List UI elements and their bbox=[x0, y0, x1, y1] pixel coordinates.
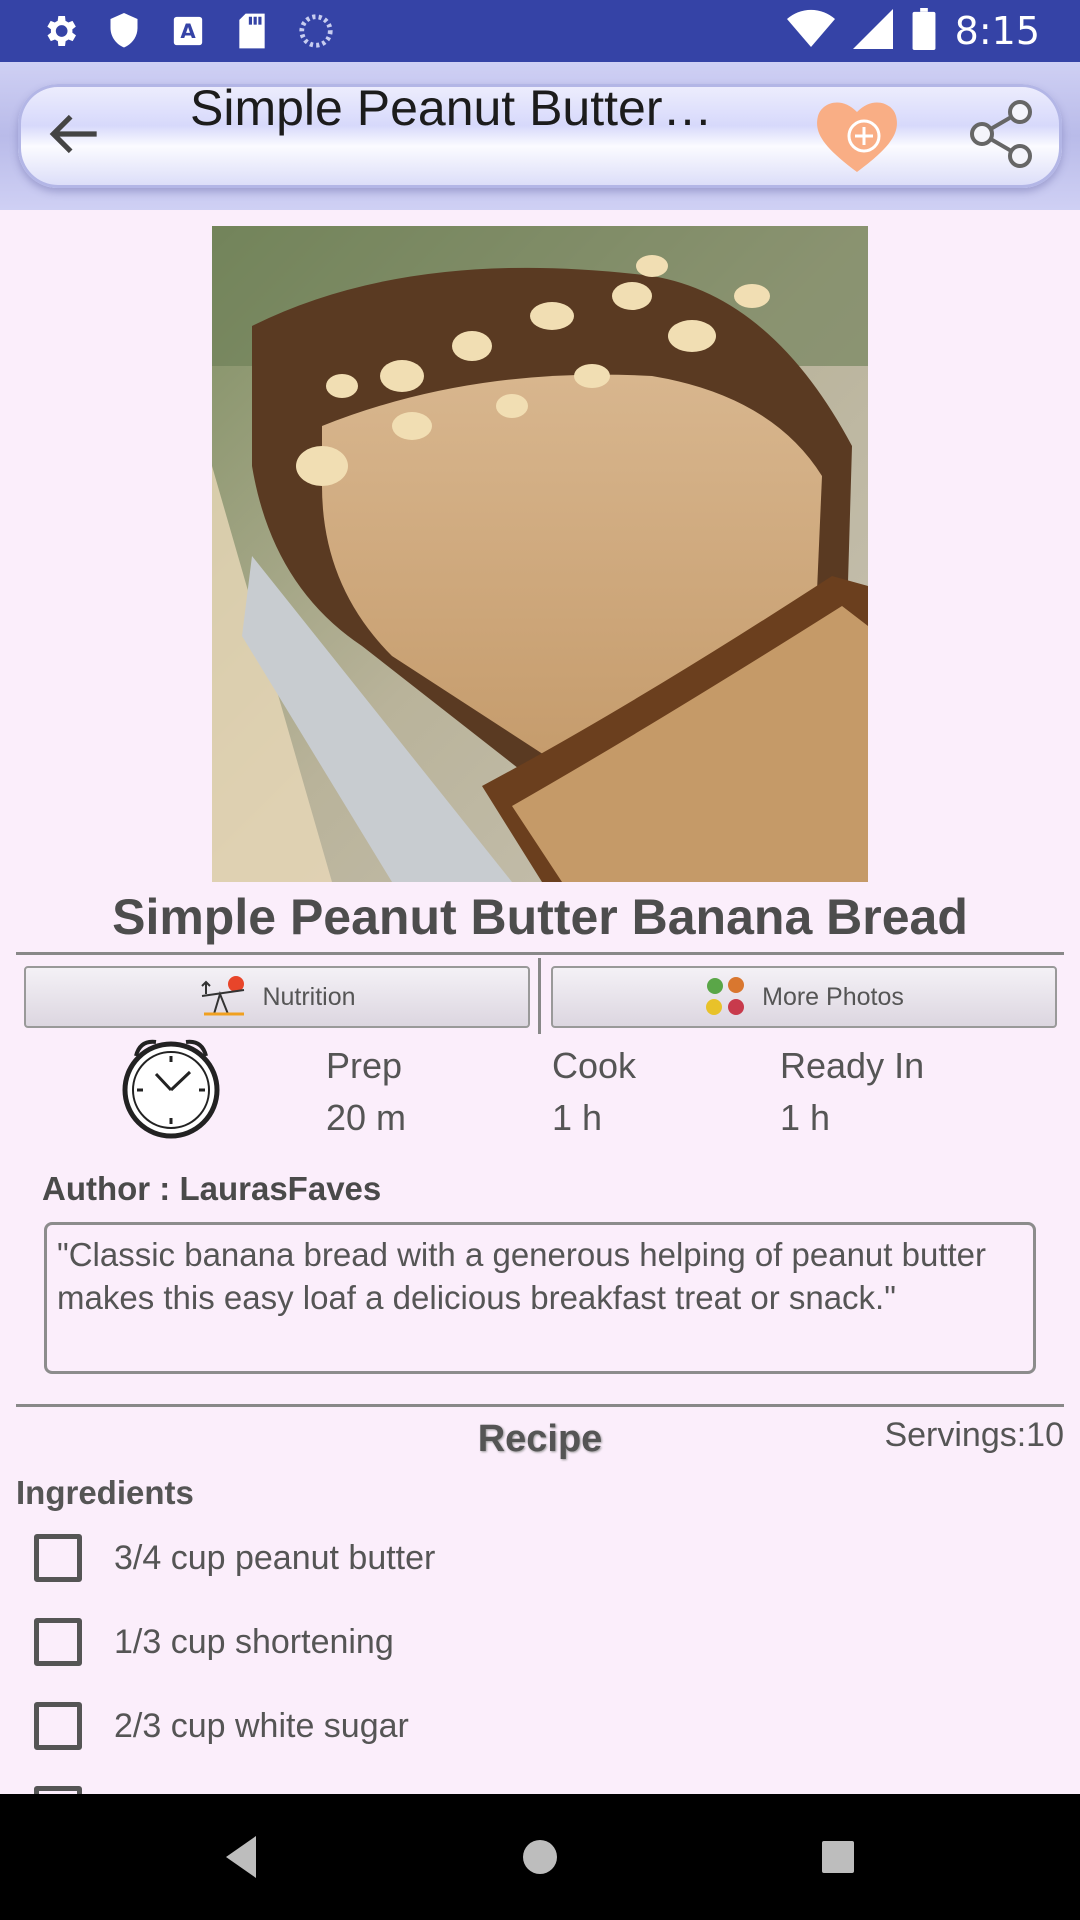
recipe-photo[interactable] bbox=[212, 226, 868, 882]
toolbar-title: Simple Peanut Butter… bbox=[190, 80, 713, 136]
settings-icon bbox=[40, 11, 80, 51]
wifi-icon bbox=[786, 9, 835, 54]
add-favorite-button[interactable] bbox=[812, 96, 902, 176]
svg-text:A: A bbox=[180, 20, 196, 43]
share-icon bbox=[970, 100, 1032, 168]
alarm-clock-icon bbox=[118, 1034, 224, 1140]
cook-time: Cook 1 h bbox=[552, 1040, 636, 1144]
ready-label: Ready In bbox=[780, 1045, 925, 1086]
back-button[interactable] bbox=[40, 104, 110, 164]
description-box: "Classic banana bread with a generous he… bbox=[44, 1222, 1036, 1374]
signal-icon bbox=[852, 8, 893, 54]
ingredient-checkbox[interactable] bbox=[34, 1702, 82, 1750]
nutrition-button[interactable]: Nutrition bbox=[24, 966, 530, 1028]
divider-bottom bbox=[16, 1404, 1064, 1407]
sd-card-icon bbox=[232, 11, 272, 51]
prep-label: Prep bbox=[326, 1045, 403, 1086]
prep-time: Prep 20 m bbox=[326, 1040, 406, 1144]
servings-label[interactable]: Servings:10 bbox=[884, 1416, 1064, 1455]
recipe-title: Simple Peanut Butter Banana Bread bbox=[112, 889, 968, 945]
ingredients-heading: Ingredients bbox=[16, 1474, 194, 1511]
nutrition-button-label: Nutrition bbox=[262, 982, 356, 1011]
cook-value: 1 h bbox=[552, 1097, 603, 1138]
ready-value: 1 h bbox=[780, 1097, 831, 1138]
ingredient-text: 1/3 cup shortening bbox=[114, 1622, 394, 1661]
text-a-icon: A bbox=[168, 11, 208, 51]
author-label: Author : LaurasFaves bbox=[42, 1170, 382, 1207]
ingredient-checkbox[interactable] bbox=[34, 1618, 82, 1666]
ingredient-item[interactable]: 3/4 cup peanut butter bbox=[34, 1534, 435, 1582]
ingredient-text: 2/3 cup white sugar bbox=[114, 1706, 409, 1745]
share-button[interactable] bbox=[966, 98, 1036, 170]
nav-back-icon[interactable] bbox=[226, 1836, 256, 1878]
nav-home-icon[interactable] bbox=[523, 1840, 557, 1874]
prep-value: 20 m bbox=[326, 1097, 407, 1138]
loading-icon bbox=[296, 11, 336, 51]
status-bar: A 8:15 bbox=[0, 0, 1080, 62]
cook-label: Cook bbox=[552, 1045, 637, 1086]
ingredient-text: 3/4 cup peanut butter bbox=[114, 1538, 436, 1577]
heart-plus-icon bbox=[817, 102, 897, 172]
divider-top bbox=[16, 952, 1064, 955]
back-arrow-icon bbox=[49, 114, 97, 154]
ingredient-item[interactable]: 2/3 cup white sugar bbox=[34, 1702, 409, 1750]
ingredient-item[interactable]: 1/3 cup shortening bbox=[34, 1618, 394, 1666]
navigation-bar bbox=[0, 1794, 1080, 1920]
nav-recents-icon[interactable] bbox=[822, 1841, 854, 1873]
more-photos-button[interactable]: More Photos bbox=[551, 966, 1057, 1028]
battery-icon bbox=[911, 7, 937, 55]
status-time: 8:15 bbox=[954, 9, 1040, 53]
ready-time: Ready In 1 h bbox=[780, 1040, 924, 1144]
button-separator bbox=[538, 958, 541, 1034]
ingredient-checkbox[interactable] bbox=[34, 1534, 82, 1582]
photos-icon bbox=[706, 977, 745, 1015]
nutrition-scale-icon bbox=[201, 976, 245, 1016]
shield-icon bbox=[104, 11, 144, 51]
more-photos-button-label: More Photos bbox=[762, 982, 904, 1011]
